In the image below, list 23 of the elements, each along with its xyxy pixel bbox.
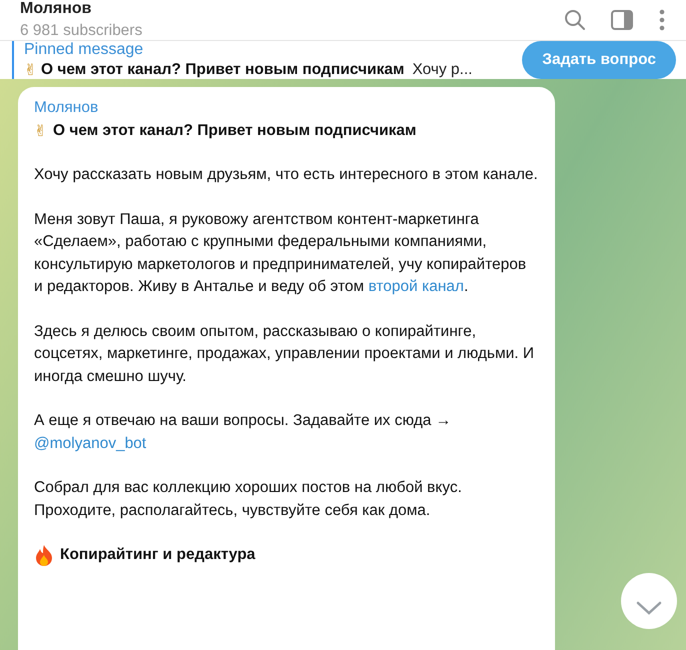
post-heading: О чем этот канал? Привет новым подписчикам xyxy=(53,120,416,140)
ask-question-button[interactable]: Задать вопрос xyxy=(522,41,676,79)
post-paragraph: Хочу рассказать новым друзьям, что есть интересного в этом канале. xyxy=(34,165,539,185)
channel-title: Молянов xyxy=(20,0,92,18)
pinned-title: О чем этот канал? Привет новым подписчикам xyxy=(41,61,404,79)
fire-icon xyxy=(34,544,54,566)
post-paragraph: Меня зовут Паша, я руковожу агентством контент-маркетинга «Сделаем», работаю с крупными федеральными компаниями, консультирую маркетологов и предпринимателей, учу копирайтеров и редакторов. Живу в Анталье и веду об этом второй канал. xyxy=(34,210,528,297)
pinned-preview: Хочу р... xyxy=(412,61,472,79)
victory-hand-emoji: ✌ xyxy=(24,61,37,79)
text-link[interactable]: второй канал xyxy=(368,278,464,295)
sidebar-toggle-icon[interactable] xyxy=(610,9,634,31)
post-paragraph: Здесь я делюсь своим опытом, рассказываю о копирайтинге, соцсетях, маркетинге, продажах, управлении проектами и людьми. И иногда смешно шучу. xyxy=(34,322,536,386)
text-link[interactable]: @molyanov_bot xyxy=(34,434,146,452)
pinned-label: Pinned message xyxy=(24,41,144,59)
search-icon[interactable] xyxy=(564,9,586,31)
victory-hand-emoji: ✌ xyxy=(34,120,47,142)
subscriber-count: 6 981 subscribers xyxy=(20,22,142,40)
post-paragraph: Собрал для вас коллекцию хороших постов на любой вкус. Проходите, располагайтесь, чувствуйте себя как дома. xyxy=(34,478,463,520)
more-menu-icon[interactable] xyxy=(658,9,666,31)
post-paragraph: А еще я отвечаю на ваши вопросы. Задавайте их сюда → @molyanov_bot xyxy=(34,411,452,454)
author-name: Молянов xyxy=(34,98,100,118)
chevron-down-icon xyxy=(636,600,662,614)
post-heading: Копирайтинг и редактура xyxy=(60,545,256,565)
